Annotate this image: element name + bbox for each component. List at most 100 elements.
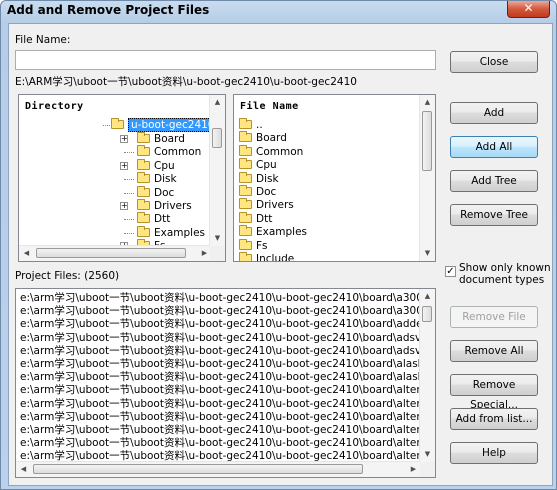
project-file-row[interactable]: e:\arm学习\uboot一节\uboot资料\u-boot-gec2410\…: [20, 358, 435, 371]
folder-icon: [239, 238, 252, 250]
remove-special-button[interactable]: Remove Special...: [450, 374, 538, 411]
file-list-item[interactable]: Include: [239, 252, 294, 261]
dialog-client-area: File Name: E:\ARM学习\uboot一节\uboot资料\u-bo…: [8, 23, 553, 486]
add-from-list-button[interactable]: Add from list...: [450, 408, 538, 430]
scroll-thumb[interactable]: [422, 111, 432, 171]
add-all-button[interactable]: Add All: [450, 136, 538, 158]
directory-tree[interactable]: Directory u-boot-gec2410 + Board Common + Cp…: [18, 94, 226, 262]
project-file-row[interactable]: e:\arm学习\uboot一节\uboot资料\u-boot-gec2410\…: [20, 398, 435, 411]
project-files-hscroll[interactable]: ◀ ▶: [16, 461, 420, 477]
file-list-vscroll[interactable]: ▲ ▼: [419, 95, 435, 261]
tree-item-label: Common: [154, 146, 202, 159]
scroll-down-icon[interactable]: ▼: [210, 231, 225, 246]
tree-item[interactable]: Common: [124, 145, 202, 159]
folder-icon: [239, 225, 252, 237]
hscroll-thumb[interactable]: [36, 248, 186, 258]
tree-item[interactable]: Examples: [124, 225, 205, 240]
scroll-thumb[interactable]: [422, 306, 432, 322]
current-path: E:\ARM学习\uboot一节\uboot资料\u-boot-gec2410\…: [15, 76, 357, 88]
file-list-item[interactable]: Cpu: [239, 158, 277, 172]
scroll-down-icon[interactable]: ▼: [420, 447, 435, 462]
file-list-item[interactable]: Disk: [239, 171, 279, 186]
scroll-up-icon[interactable]: ▲: [420, 289, 435, 304]
project-file-row[interactable]: e:\arm学习\uboot一节\uboot资料\u-boot-gec2410\…: [20, 318, 435, 331]
tree-item[interactable]: + Board: [120, 132, 185, 146]
add-tree-button[interactable]: Add Tree: [450, 170, 538, 192]
tree-connector: [124, 179, 134, 181]
project-file-row[interactable]: e:\arm学习\uboot一节\uboot资料\u-boot-gec2410\…: [20, 371, 435, 384]
folder-icon: [239, 198, 252, 210]
scroll-up-icon[interactable]: ▲: [210, 95, 225, 110]
tree-root[interactable]: u-boot-gec2410: [103, 118, 218, 132]
scroll-up-icon[interactable]: ▲: [420, 95, 435, 110]
tree-connector: [103, 125, 110, 126]
directory-vscroll[interactable]: ▲ ▼: [209, 95, 225, 261]
folder-icon: [239, 144, 252, 156]
tree-item[interactable]: Dtt: [124, 212, 170, 226]
tree-item[interactable]: Disk: [124, 172, 177, 186]
folder-icon: [239, 171, 252, 183]
scroll-left-icon[interactable]: ◀: [19, 246, 34, 261]
file-list-item-label: Dtt: [256, 212, 273, 225]
project-file-row[interactable]: e:\arm学习\uboot一节\uboot资料\u-boot-gec2410\…: [20, 332, 435, 345]
tree-connector: [124, 152, 134, 154]
file-list-item[interactable]: Board: [239, 131, 287, 145]
project-file-row[interactable]: e:\arm学习\uboot一节\uboot资料\u-boot-gec2410\…: [20, 384, 435, 397]
folder-icon: [137, 145, 150, 157]
close-button[interactable]: Close: [450, 51, 538, 73]
expand-icon[interactable]: +: [120, 161, 128, 170]
file-list[interactable]: File Name .. Board Common Cpu Disk Doc Drivers…: [233, 94, 436, 262]
folder-icon: [239, 131, 252, 143]
help-button[interactable]: Help: [450, 442, 538, 464]
file-list-item[interactable]: Drivers: [239, 198, 294, 212]
tree-item[interactable]: + Cpu: [120, 158, 175, 173]
show-known-label-line2: document types: [459, 274, 545, 286]
folder-open-icon: [111, 118, 124, 129]
show-known-checkbox[interactable]: ✓: [445, 266, 456, 277]
tree-item-label: Board: [154, 133, 185, 145]
expand-icon[interactable]: +: [120, 135, 128, 143]
hscroll-thumb[interactable]: [33, 464, 363, 474]
expand-icon[interactable]: +: [120, 202, 128, 210]
project-files-label: Project Files: (2560): [15, 270, 120, 282]
show-known-label-line1: Show only known: [459, 262, 551, 274]
project-file-row[interactable]: e:\arm学习\uboot一节\uboot资料\u-boot-gec2410\…: [20, 424, 435, 437]
scroll-corner: [210, 246, 225, 261]
remove-tree-button[interactable]: Remove Tree: [450, 204, 538, 226]
project-files-vscroll[interactable]: ▲ ▼: [419, 289, 435, 477]
folder-icon: [239, 158, 252, 170]
add-button[interactable]: Add: [450, 102, 538, 124]
directory-hscroll[interactable]: ◀ ▶: [19, 245, 210, 261]
file-list-item[interactable]: Examples: [239, 225, 308, 239]
project-files-list[interactable]: e:\arm学习\uboot一节\uboot资料\u-boot-gec2410\…: [15, 288, 436, 478]
project-file-row[interactable]: e:\arm学习\uboot一节\uboot资料\u-boot-gec2410\…: [20, 411, 435, 424]
folder-icon: [137, 199, 150, 210]
scroll-right-icon[interactable]: ▶: [406, 462, 421, 477]
file-list-item[interactable]: Doc: [239, 185, 276, 199]
file-list-item[interactable]: Fs: [239, 238, 268, 253]
tree-item[interactable]: Doc: [124, 185, 174, 200]
file-list-item[interactable]: Common: [239, 144, 303, 159]
file-name-input[interactable]: [15, 50, 436, 70]
window-close-icon[interactable]: ✕: [507, 1, 550, 18]
scroll-left-icon[interactable]: ◀: [16, 462, 31, 477]
file-list-header: File Name: [240, 101, 299, 112]
window-title: Add and Remove Project Files: [7, 3, 210, 17]
project-file-row[interactable]: e:\arm学习\uboot一节\uboot资料\u-boot-gec2410\…: [20, 345, 435, 358]
scroll-down-icon[interactable]: ▼: [420, 246, 435, 261]
file-list-item-label: Examples: [256, 226, 308, 239]
remove-all-button[interactable]: Remove All: [450, 340, 538, 362]
remove-file-button[interactable]: Remove File: [450, 306, 538, 328]
project-file-row[interactable]: e:\arm学习\uboot一节\uboot资料\u-boot-gec2410\…: [20, 437, 435, 450]
project-file-row[interactable]: e:\arm学习\uboot一节\uboot资料\u-boot-gec2410\…: [20, 292, 435, 305]
folder-icon: [239, 252, 252, 261]
file-list-item-label: Board: [256, 132, 287, 145]
file-list-item[interactable]: ..: [239, 118, 263, 132]
file-list-item-label: ..: [256, 119, 263, 131]
tree-item[interactable]: + Drivers: [120, 199, 192, 213]
scroll-thumb[interactable]: [212, 128, 222, 148]
file-list-item[interactable]: Dtt: [239, 211, 273, 226]
folder-icon: [137, 225, 150, 237]
tree-item-label: Disk: [154, 173, 177, 186]
project-file-row[interactable]: e:\arm学习\uboot一节\uboot资料\u-boot-gec2410\…: [20, 305, 435, 318]
